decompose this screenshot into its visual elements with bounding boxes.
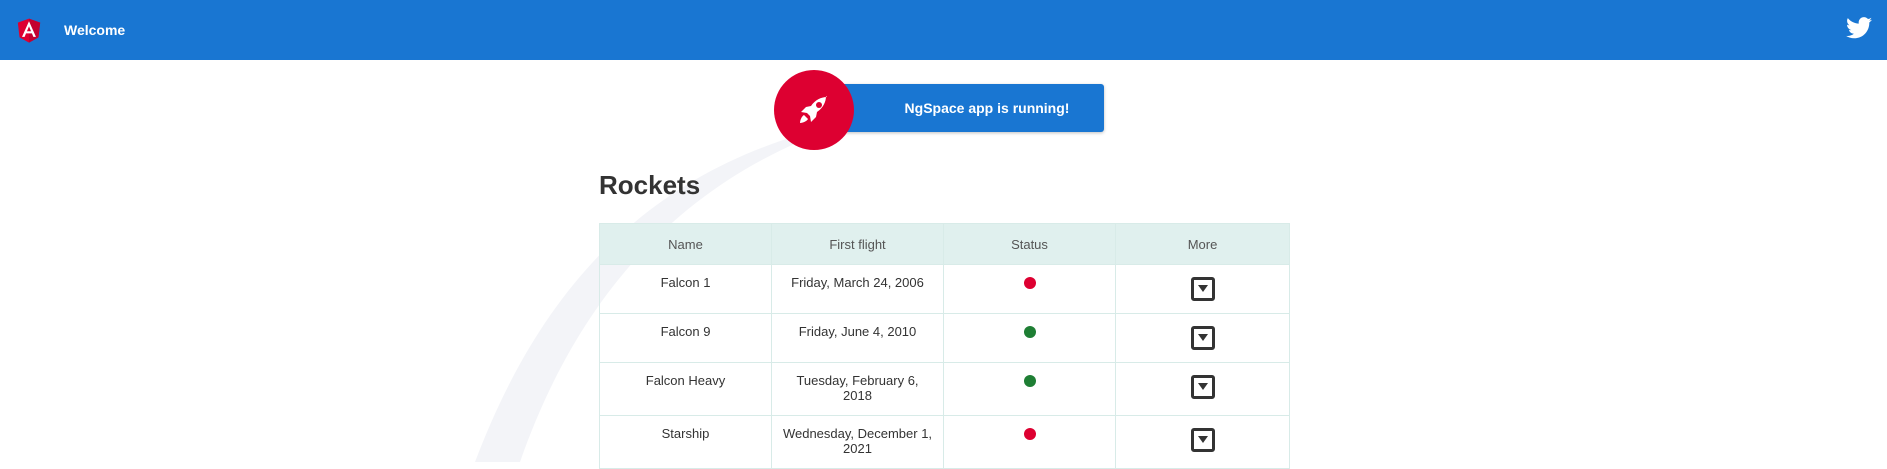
column-header-more: More — [1115, 223, 1290, 265]
rocket-more — [1115, 362, 1290, 416]
rocket-name: Falcon 9 — [599, 313, 772, 363]
table-row: Falcon Heavy Tuesday, February 6, 2018 — [599, 362, 1290, 416]
rocket-status — [943, 362, 1116, 416]
top-toolbar: Welcome — [0, 0, 1887, 60]
rocket-status — [943, 415, 1116, 469]
table-header-row: Name First flight Status More — [599, 223, 1290, 265]
running-message: NgSpace app is running! — [836, 84, 1104, 132]
rocket-icon — [800, 96, 827, 123]
angular-logo-icon[interactable] — [14, 14, 44, 46]
rocket-first-flight: Friday, March 24, 2006 — [771, 264, 944, 314]
rocket-first-flight: Friday, June 4, 2010 — [771, 313, 944, 363]
rocket-more — [1115, 313, 1290, 363]
expand-down-icon[interactable] — [1190, 428, 1215, 452]
running-banner: NgSpace app is running! — [774, 70, 1104, 150]
status-indicator — [1023, 277, 1036, 289]
table-row: Starship Wednesday, December 1, 2021 — [599, 415, 1290, 469]
rocket-status — [943, 313, 1116, 363]
rocket-more — [1115, 264, 1290, 314]
rocket-status — [943, 264, 1116, 314]
rocket-name: Falcon Heavy — [599, 362, 772, 416]
status-indicator — [1023, 326, 1036, 338]
column-header-status: Status — [943, 223, 1116, 265]
status-indicator — [1023, 428, 1036, 440]
rocket-first-flight: Wednesday, December 1, 2021 — [771, 415, 944, 469]
column-header-name: Name — [599, 223, 772, 265]
rocket-more — [1115, 415, 1290, 469]
rocket-badge — [774, 70, 854, 150]
rocket-name: Falcon 1 — [599, 264, 772, 314]
rocket-first-flight: Tuesday, February 6, 2018 — [771, 362, 944, 416]
expand-down-icon[interactable] — [1190, 326, 1215, 350]
rocket-name: Starship — [599, 415, 772, 469]
table-row: Falcon 1 Friday, March 24, 2006 — [599, 264, 1290, 314]
twitter-icon[interactable] — [1846, 17, 1872, 39]
rockets-table: Name First flight Status More Falcon 1 F… — [599, 223, 1290, 469]
rockets-heading: Rockets — [599, 170, 701, 200]
expand-down-icon[interactable] — [1190, 375, 1215, 399]
column-header-first-flight: First flight — [771, 223, 944, 265]
app-title: Welcome — [64, 22, 126, 38]
status-indicator — [1023, 375, 1036, 387]
expand-down-icon[interactable] — [1190, 277, 1215, 301]
table-row: Falcon 9 Friday, June 4, 2010 — [599, 313, 1290, 363]
